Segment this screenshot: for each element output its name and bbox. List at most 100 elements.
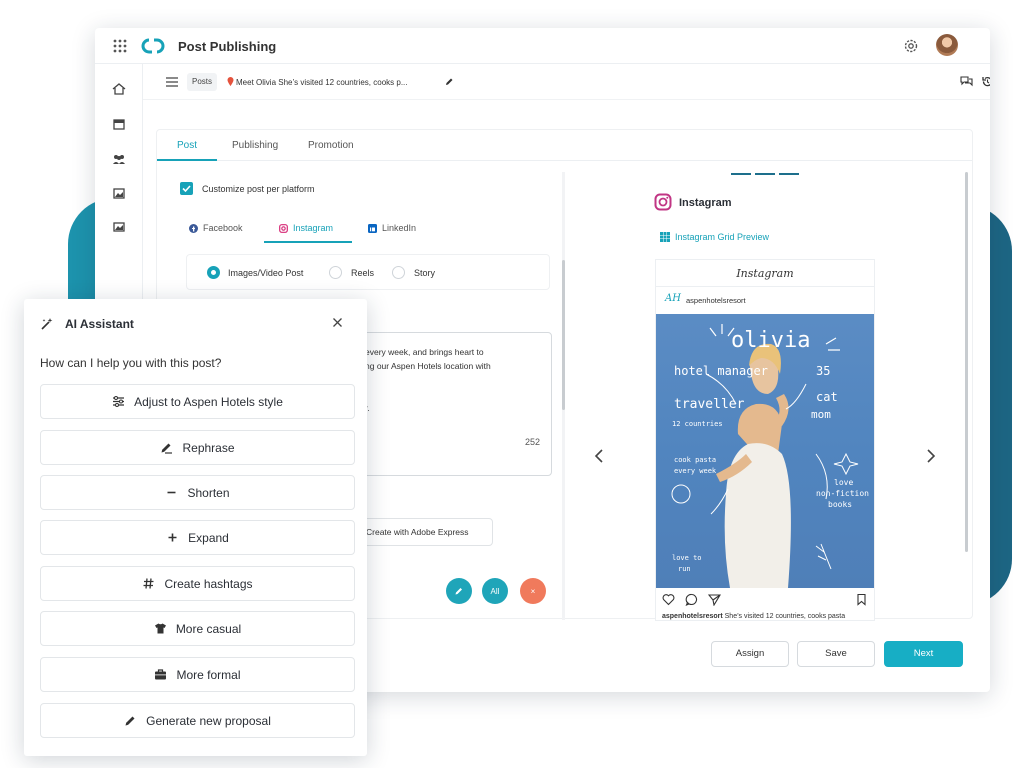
tab-promotion[interactable]: Promotion: [308, 140, 354, 151]
caption-textarea[interactable]: every week, and brings heart to ng our A…: [357, 332, 552, 476]
radio-reels[interactable]: [329, 266, 342, 279]
create-with-adobe-express-button[interactable]: Create with Adobe Express: [357, 518, 493, 546]
heart-icon[interactable]: [662, 593, 675, 606]
post-photo: olivia hotel manager 35 traveller 12 cou…: [656, 314, 874, 588]
carousel-indicator: [731, 173, 799, 175]
doodle-text: love to: [672, 554, 702, 562]
facebook-icon: [189, 223, 198, 233]
doodle-text: books: [828, 500, 853, 509]
all-fab-button[interactable]: All: [482, 578, 508, 604]
radio-label-images-video: Images/Video Post: [228, 268, 304, 278]
carousel-dot[interactable]: [779, 173, 799, 175]
platform-tab-linkedin[interactable]: LinkedIn: [368, 223, 416, 233]
ai-option-label: More formal: [176, 667, 241, 682]
ai-option-rephrase[interactable]: Rephrase: [40, 430, 355, 465]
comment-icon[interactable]: [685, 593, 698, 606]
gallery-icon[interactable]: [111, 219, 127, 235]
app-title: Post Publishing: [178, 39, 277, 54]
menu-icon[interactable]: [165, 76, 179, 88]
caption-line: every week, and brings heart to: [365, 347, 484, 357]
ai-option-label: Generate new proposal: [146, 713, 271, 728]
magic-wand-icon: [41, 318, 53, 330]
ai-option-generate-proposal[interactable]: Generate new proposal: [40, 703, 355, 738]
history-icon[interactable]: [981, 75, 990, 88]
doodle-text: every week: [674, 467, 717, 475]
right-scrollbar-thumb[interactable]: [965, 172, 968, 552]
radio-images-video[interactable]: [207, 266, 220, 279]
apps-grid-icon[interactable]: [113, 39, 127, 53]
doodle-text: olivia: [731, 328, 811, 353]
caption-line: ng our Aspen Hotels location with: [365, 361, 491, 371]
instagram-icon: [279, 223, 288, 233]
home-icon[interactable]: [111, 81, 127, 97]
doodle-text: hotel manager: [674, 364, 768, 378]
tshirt-icon: [154, 623, 166, 634]
linkedin-icon: [368, 223, 377, 233]
grid-preview-icon: [660, 232, 670, 242]
caption-username: aspenhotelsresort: [662, 613, 723, 620]
tab-publishing[interactable]: Publishing: [232, 140, 278, 151]
doodle-text: 35: [816, 364, 831, 378]
tab-post[interactable]: Post: [177, 140, 197, 151]
customize-checkbox[interactable]: [180, 182, 193, 195]
bookmark-icon[interactable]: [855, 593, 868, 606]
active-tab-indicator: [157, 159, 217, 161]
edit-icon[interactable]: [445, 77, 454, 86]
edit-fab-button[interactable]: [446, 578, 472, 604]
comments-icon[interactable]: [960, 75, 973, 88]
ai-assistant-title: AI Assistant: [65, 317, 134, 331]
share-icon[interactable]: [708, 593, 721, 606]
ai-question: How can I help you with this post?: [40, 356, 222, 370]
active-platform-indicator: [264, 241, 352, 243]
calendar-icon[interactable]: [111, 116, 127, 132]
platform-tab-instagram[interactable]: Instagram: [279, 223, 333, 233]
platform-label-facebook: Facebook: [203, 223, 243, 233]
breadcrumb-current: Meet Olivia She’s visited 12 countries, …: [236, 78, 408, 87]
carousel-dot[interactable]: [731, 173, 751, 175]
ai-option-label: Shorten: [187, 485, 230, 500]
doodle-text: mom: [811, 408, 831, 421]
hashtag-icon: [143, 578, 154, 589]
sliders-icon: [113, 396, 125, 407]
ai-option-more-formal[interactable]: More formal: [40, 657, 355, 692]
ai-option-create-hashtags[interactable]: Create hashtags: [40, 566, 355, 601]
ai-option-shorten[interactable]: Shorten: [40, 475, 355, 510]
minus-icon: [167, 491, 176, 494]
preview-account-row: AH aspenhotelsresort: [656, 287, 874, 313]
users-icon[interactable]: [111, 151, 127, 167]
ai-option-expand[interactable]: Expand: [40, 520, 355, 555]
ai-option-more-casual[interactable]: More casual: [40, 611, 355, 646]
folder-image-icon[interactable]: [111, 185, 127, 201]
assign-button[interactable]: Assign: [711, 641, 789, 667]
ai-option-label: Create hashtags: [164, 576, 253, 591]
gear-icon[interactable]: [902, 37, 920, 55]
account-logo: AH: [665, 293, 681, 304]
post-caption: aspenhotelsresort She’s visited 12 count…: [662, 613, 845, 620]
carousel-dot[interactable]: [755, 173, 775, 175]
left-scrollbar-thumb[interactable]: [562, 260, 565, 410]
doodle-text: run: [678, 565, 691, 573]
account-name: aspenhotelsresort: [686, 296, 746, 305]
radio-label-story: Story: [414, 268, 436, 278]
top-bar: Post Publishing: [95, 28, 990, 64]
close-fab-button[interactable]: ×: [520, 578, 546, 604]
ai-assistant-panel: AI Assistant How can I help you with thi…: [24, 299, 367, 756]
pin-icon: [227, 77, 234, 86]
platform-tab-facebook[interactable]: Facebook: [189, 223, 243, 233]
instagram-grid-preview-link[interactable]: Instagram Grid Preview: [675, 232, 769, 242]
next-button[interactable]: Next: [884, 641, 963, 667]
ai-option-adjust-style[interactable]: Adjust to Aspen Hotels style: [40, 384, 355, 419]
close-icon[interactable]: [332, 317, 343, 328]
user-avatar[interactable]: [936, 34, 958, 56]
doodle-text: non-fiction: [816, 489, 869, 498]
save-button[interactable]: Save: [797, 641, 875, 667]
platform-label-instagram: Instagram: [293, 223, 334, 233]
chevron-right-icon[interactable]: [925, 448, 937, 464]
editor-tabs: Post Publishing Promotion: [157, 130, 972, 161]
radio-story[interactable]: [392, 266, 405, 279]
instagram-logo-icon: [654, 193, 672, 211]
chevron-left-icon[interactable]: [593, 448, 605, 464]
plus-icon: [168, 533, 177, 542]
breadcrumb-posts[interactable]: Posts: [187, 73, 218, 91]
breadcrumb: Posts Meet Olivia She’s visited 12 count…: [143, 64, 990, 100]
